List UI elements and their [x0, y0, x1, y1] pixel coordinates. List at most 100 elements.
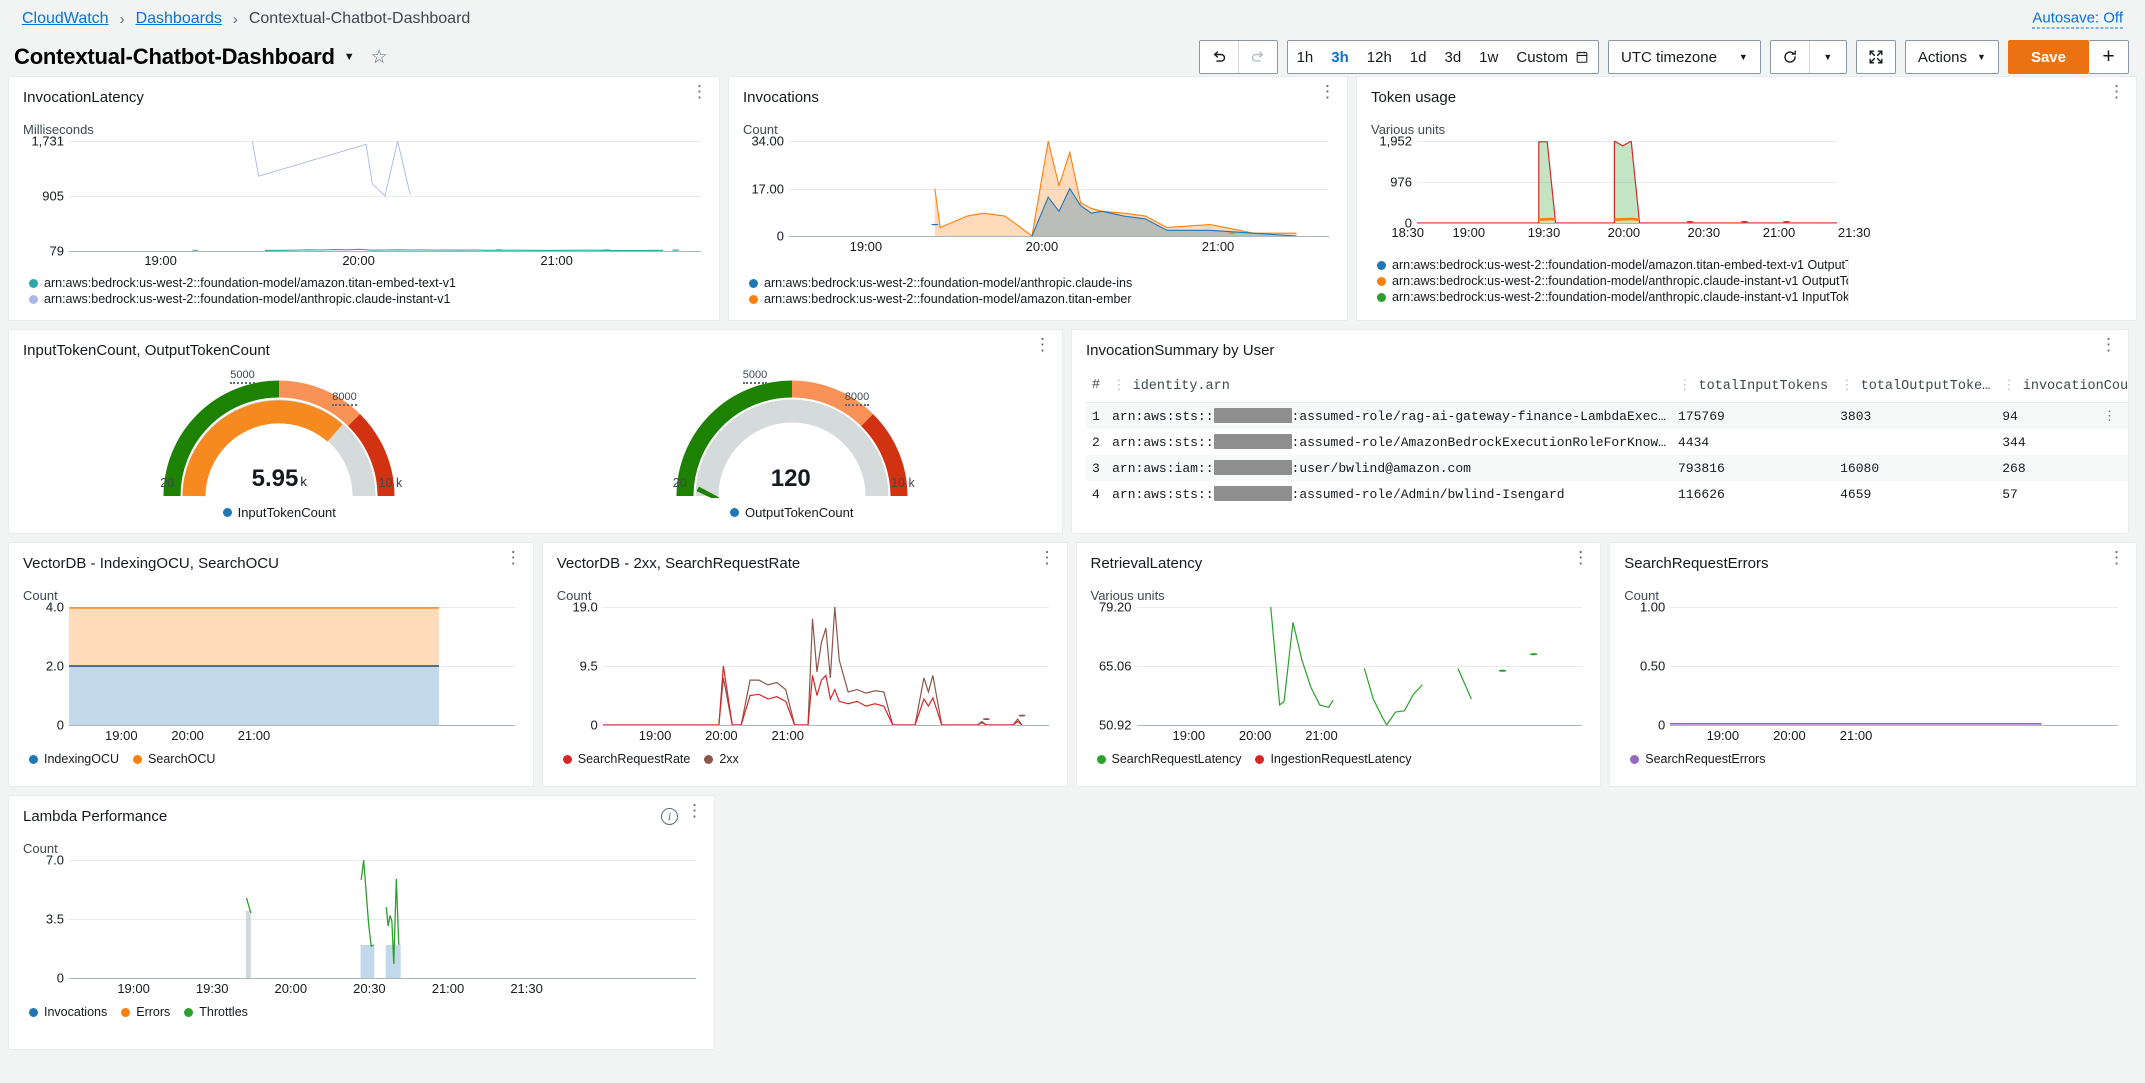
x-tick: 19:00 [850, 239, 883, 254]
widget-menu-icon[interactable]: ⋮ [1572, 555, 1588, 560]
add-widget-button[interactable]: + [2089, 40, 2129, 74]
widget-menu-icon[interactable]: ⋮ [2100, 342, 2116, 347]
legend-item[interactable]: arn:aws:bedrock:us-west-2::foundation-mo… [1377, 273, 1849, 289]
range-3d[interactable]: 3d [1435, 41, 1470, 73]
table-row[interactable]: 3 arn:aws:iam:::user/bwlind@amazon.com 7… [1086, 455, 2129, 481]
y-tick: 19.0 [572, 600, 597, 615]
refresh-group: ▼ [1770, 40, 1847, 74]
legend-item[interactable]: arn:aws:bedrock:us-west-2::foundation-mo… [1377, 257, 1849, 273]
actions-button[interactable]: Actions ▼ [1906, 41, 1998, 73]
legend-item[interactable]: SearchOCU [133, 751, 215, 767]
actions-group: Actions ▼ [1905, 40, 1999, 74]
save-button[interactable]: Save [2008, 40, 2089, 74]
gauge-container: 5.95k 5000 8000 20 10 k InputTokenCount [23, 373, 1048, 498]
refresh-icon [1782, 49, 1798, 65]
timezone-select[interactable]: UTC timezone ▼ [1609, 41, 1760, 73]
y-axis-unit-label: Milliseconds [23, 122, 705, 137]
legend-label: IndexingOCU [44, 751, 119, 767]
column-header-total-input-tokens[interactable]: ⋮totalInputTokens [1672, 373, 1834, 403]
y-tick: 1.00 [1640, 600, 1665, 615]
gauge-output-token-count: 120 5000 8000 20 10 k OutputTokenCount [657, 373, 927, 498]
table-settings-icon[interactable]: ⋮ [2103, 408, 2116, 424]
chart-area: 34.00 17.00 0 [743, 141, 1333, 236]
legend-color-swatch [730, 508, 739, 517]
undo-button[interactable] [1200, 41, 1238, 73]
cell-identity-arn: arn:aws:sts:::assumed-role/Admin/bwlind-… [1106, 481, 1672, 507]
legend-item[interactable]: 2xx [704, 751, 738, 767]
widget-menu-icon[interactable]: ⋮ [686, 808, 702, 813]
legend-item[interactable]: SearchRequestErrors [1630, 751, 1765, 767]
range-1d[interactable]: 1d [1401, 41, 1436, 73]
table-row[interactable]: 4 arn:aws:sts:::assumed-role/Admin/bwlin… [1086, 481, 2129, 507]
refresh-options-button[interactable]: ▼ [1809, 41, 1846, 73]
redo-button[interactable] [1238, 41, 1277, 73]
table-row[interactable]: 1 arn:aws:sts:::assumed-role/rag-ai-gate… [1086, 403, 2129, 430]
range-1h[interactable]: 1h [1288, 41, 1323, 73]
legend-item[interactable]: arn:aws:bedrock:us-west-2::foundation-mo… [1377, 289, 1849, 305]
gauge-value-number: 120 [771, 465, 811, 492]
info-icon[interactable]: i [661, 808, 678, 825]
gauge-threshold-1: 5000 [743, 369, 767, 384]
x-tick: 20:00 [1239, 728, 1272, 743]
legend-item[interactable]: arn:aws:bedrock:us-west-2::foundation-mo… [749, 291, 1132, 307]
legend-item[interactable]: Errors [121, 1004, 170, 1020]
widget-menu-icon[interactable]: ⋮ [691, 89, 707, 94]
favorite-star-icon[interactable]: ☆ [371, 48, 388, 67]
cell-invocation-count: 344 [1996, 429, 2129, 455]
legend-item[interactable]: Invocations [29, 1004, 107, 1020]
gauge-input-token-count: 5.95k 5000 8000 20 10 k InputTokenCount [144, 373, 414, 498]
legend-item[interactable]: SearchRequestLatency [1097, 751, 1242, 767]
y-tick: 3.5 [46, 912, 64, 927]
widget-menu-icon[interactable]: ⋮ [1034, 342, 1050, 347]
y-axis: 19.0 9.5 0 [557, 607, 603, 725]
x-tick: 19:00 [105, 728, 138, 743]
widget-menu-icon[interactable]: ⋮ [2108, 555, 2124, 560]
legend-item[interactable]: IngestionRequestLatency [1255, 751, 1411, 767]
refresh-button[interactable] [1771, 41, 1809, 73]
timezone-label: UTC timezone [1621, 49, 1717, 66]
column-header-identity-arn[interactable]: ⋮identity.arn [1106, 373, 1672, 403]
legend-label: Throttles [199, 1004, 248, 1020]
autosave-status[interactable]: Autosave: Off [2032, 10, 2123, 29]
column-header-total-output-tokens[interactable]: ⋮totalOutputToke… [1834, 373, 1996, 403]
widget-menu-icon[interactable]: ⋮ [1319, 89, 1335, 94]
legend-item[interactable]: SearchRequestRate [563, 751, 691, 767]
gauge-threshold-2: 8000 [332, 391, 356, 406]
table-header-row: # ⋮identity.arn ⋮totalInputTokens ⋮total… [1086, 373, 2129, 403]
breadcrumb-item-dashboards[interactable]: Dashboards [136, 10, 222, 28]
actions-label: Actions [1918, 49, 1967, 66]
plot-region [69, 860, 696, 978]
widget-menu-icon[interactable]: ⋮ [1039, 555, 1055, 560]
x-tick: 20:30 [353, 981, 386, 996]
legend-item[interactable]: arn:aws:bedrock:us-west-2::foundation-mo… [29, 275, 456, 291]
column-header-invocation-count[interactable]: ⋮invocationCount [1996, 373, 2129, 403]
legend-item[interactable]: IndexingOCU [29, 751, 119, 767]
cell-total-input-tokens: 4434 [1672, 429, 1834, 455]
fullscreen-button[interactable] [1857, 41, 1895, 73]
x-tick: 19:00 [1707, 728, 1740, 743]
chart-legend: arn:aws:bedrock:us-west-2::foundation-mo… [29, 275, 470, 307]
widget-menu-icon[interactable]: ⋮ [2108, 89, 2124, 94]
legend-item[interactable]: arn:aws:bedrock:us-west-2::foundation-mo… [29, 291, 450, 307]
column-header-index[interactable]: # [1086, 373, 1106, 403]
range-12h[interactable]: 12h [1358, 41, 1401, 73]
custom-range-button[interactable]: Custom [1507, 41, 1598, 73]
gauge-legend: OutputTokenCount [657, 505, 927, 520]
widget-row-3: VectorDB - IndexingOCU, SearchOCU ⋮ Coun… [8, 542, 2137, 787]
chart-legend: SearchRequestRate 2xx [563, 751, 753, 767]
range-3h[interactable]: 3h [1322, 41, 1358, 73]
breadcrumb-item-cloudwatch[interactable]: CloudWatch [22, 10, 109, 28]
x-tick: 20:00 [1026, 239, 1059, 254]
title-chevron-down-icon[interactable]: ▼ [344, 51, 355, 63]
legend-label: arn:aws:bedrock:us-west-2::foundation-mo… [1392, 257, 1849, 273]
legend-item[interactable]: Throttles [184, 1004, 248, 1020]
range-1w[interactable]: 1w [1470, 41, 1507, 73]
gauge-max-label: 10 k [379, 476, 403, 490]
table-row[interactable]: 2 arn:aws:sts:::assumed-role/AmazonBedro… [1086, 429, 2129, 455]
history-button-group [1199, 40, 1278, 74]
y-tick: 0 [57, 971, 64, 986]
chart-area: 1,731 905 79 [23, 141, 705, 251]
legend-item[interactable]: arn:aws:bedrock:us-west-2::foundation-mo… [749, 275, 1132, 291]
widget-retrieval-latency: RetrievalLatency ⋮ Various units 79.20 6… [1076, 542, 1602, 787]
widget-menu-icon[interactable]: ⋮ [505, 555, 521, 560]
